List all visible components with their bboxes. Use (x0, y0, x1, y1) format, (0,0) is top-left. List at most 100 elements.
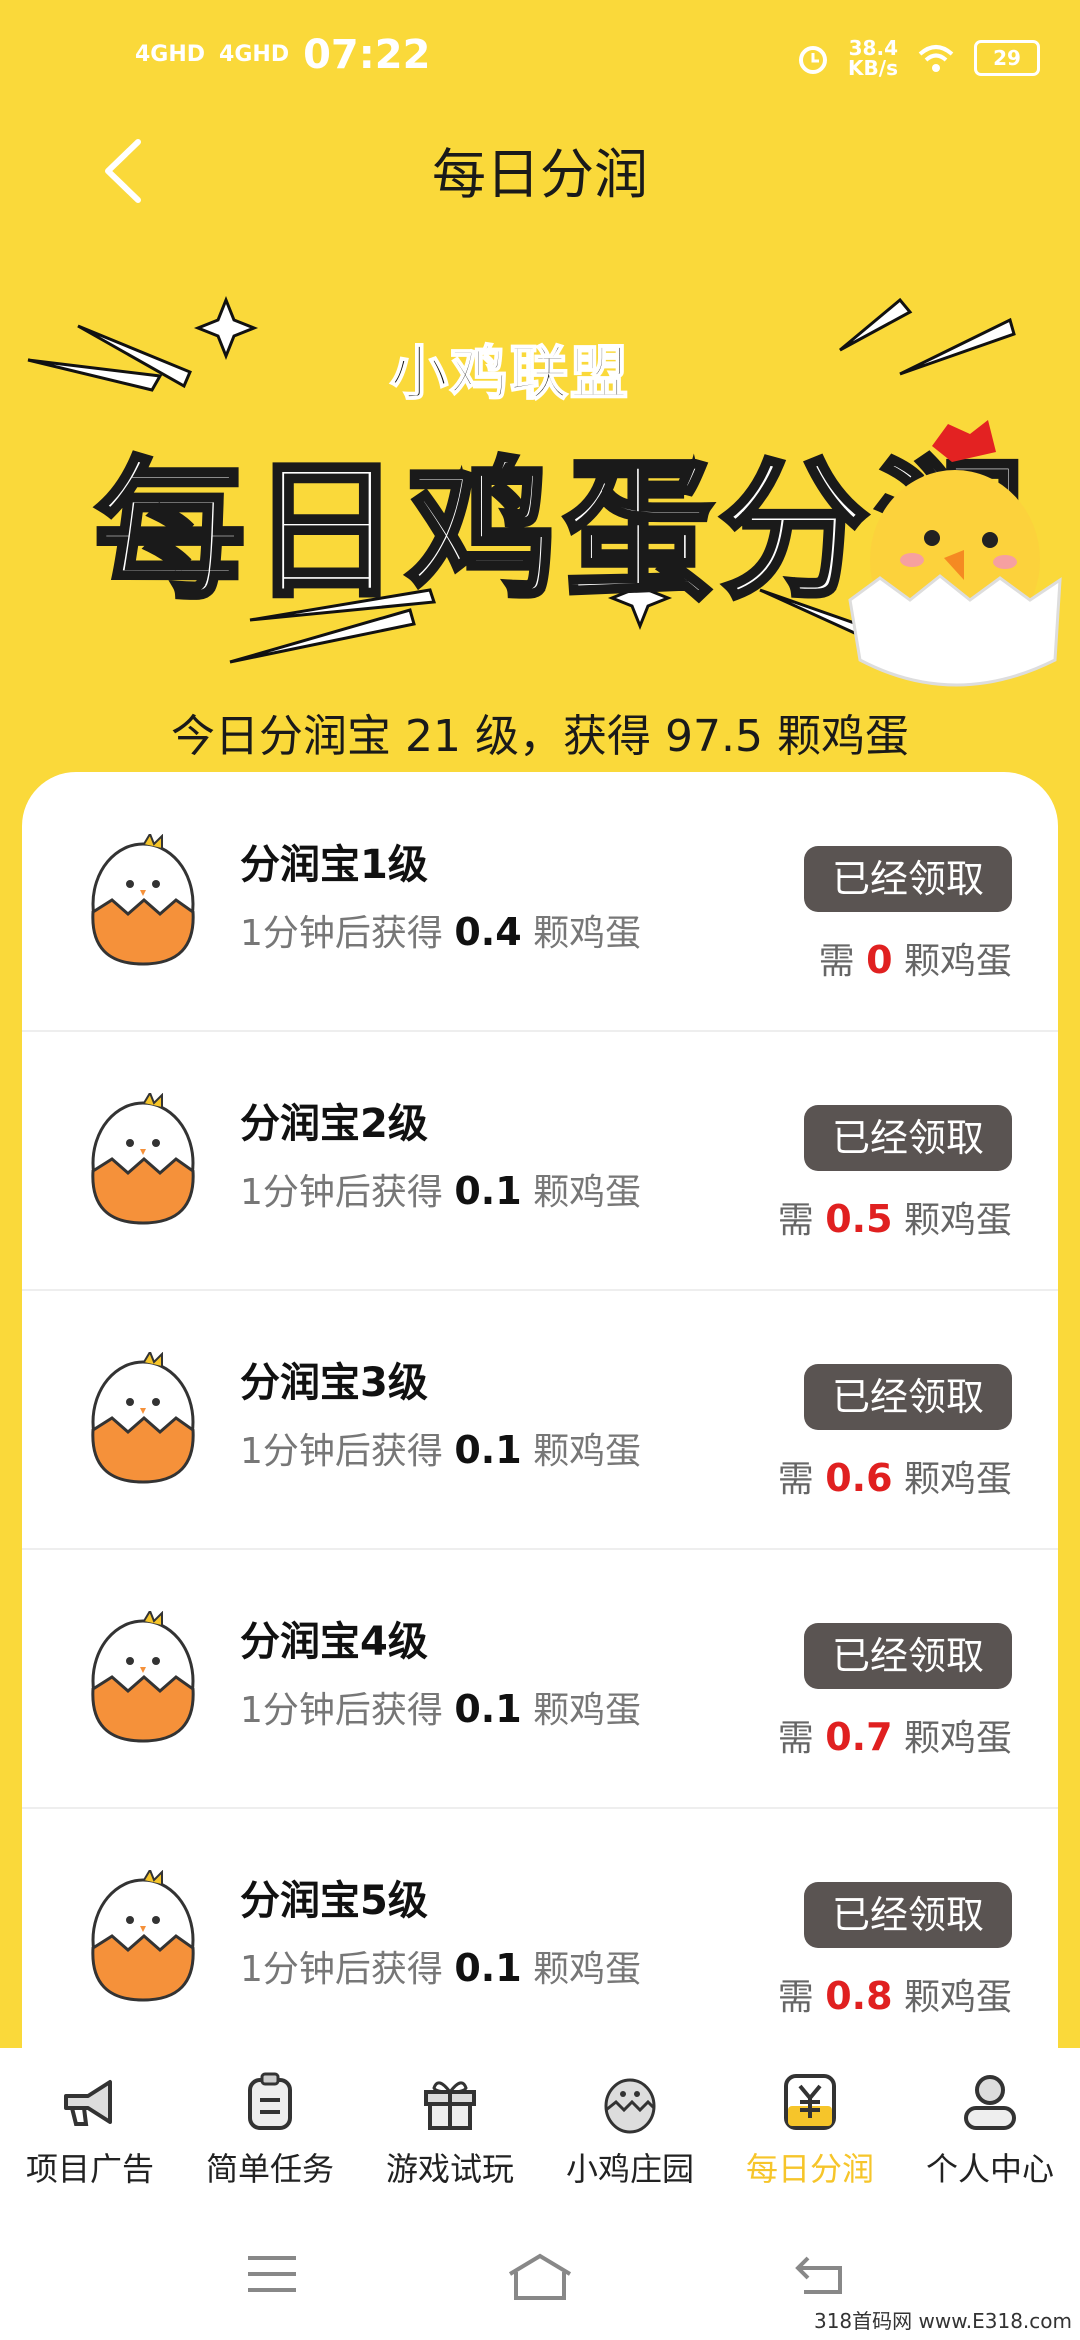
battery-indicator: 29 (974, 40, 1040, 76)
header: 每日分润 (0, 120, 1080, 210)
level-reward: 1分钟后获得 0.1 颗鸡蛋 (240, 1681, 641, 1733)
tab-ads[interactable]: 项目广告 (0, 2048, 180, 2212)
level-name: 分润宝2级 (240, 1101, 428, 1147)
list-item: 分润宝2级 1分钟后获得 0.1 颗鸡蛋 已经领取 需 0.5 颗鸡蛋 (22, 1031, 1058, 1291)
reward-prefix: 1分钟后获得 (240, 1949, 443, 1990)
need-suffix: 颗鸡蛋 (903, 1459, 1012, 1500)
requirement: 需 0.5 颗鸡蛋 (778, 1191, 1012, 1243)
claimed-button[interactable]: 已经领取 (804, 1105, 1012, 1171)
need-value: 0 (866, 938, 893, 982)
level-name: 分润宝1级 (240, 842, 428, 888)
need-value: 0.7 (825, 1715, 893, 1759)
network-speed: 38.4 KB/s (848, 38, 898, 78)
reward-suffix: 颗鸡蛋 (533, 913, 642, 954)
need-suffix: 颗鸡蛋 (903, 1977, 1012, 2018)
summary-text: 今日分润宝 21 级，获得 97.5 颗鸡蛋 (171, 711, 909, 762)
clipboard-icon (248, 2072, 292, 2130)
claimed-button[interactable]: 已经领取 (804, 846, 1012, 912)
tab-label: 游戏试玩 (385, 2150, 514, 2188)
watermark: 318首码网 www.E318.com (813, 2309, 1072, 2333)
level-list: 分润宝1级 1分钟后获得 0.4 颗鸡蛋 已经领取 需 0 颗鸡蛋 分润宝2级 … (22, 772, 1058, 2072)
yuan-icon (784, 2074, 836, 2130)
level-reward: 1分钟后获得 0.4 颗鸡蛋 (240, 904, 641, 956)
need-suffix: 颗鸡蛋 (903, 1718, 1012, 1759)
reward-amount: 0.1 (454, 1169, 522, 1213)
reward-amount: 0.1 (454, 1687, 522, 1731)
need-suffix: 颗鸡蛋 (903, 1200, 1012, 1241)
level-name: 分润宝5级 (240, 1878, 428, 1924)
claimed-button[interactable]: 已经领取 (804, 1364, 1012, 1430)
banner: 小鸡联盟 每日鸡蛋分润 (0, 290, 1080, 690)
wifi-icon (918, 45, 954, 72)
chick-egg-icon (91, 1611, 195, 1743)
status-left: 4GHD 4GHD 07:22 (135, 32, 430, 78)
signal-2: 4GHD (219, 42, 290, 67)
need-prefix: 需 (777, 1977, 814, 2018)
bottom-tab-bar: 项目广告 简单任务 游戏试玩 小鸡庄园 每日分润 个人中心 (0, 2048, 1080, 2212)
reward-prefix: 1分钟后获得 (240, 1172, 443, 1213)
reward-suffix: 颗鸡蛋 (533, 1431, 642, 1472)
status-bar: 4GHD 4GHD 07:22 38.4 KB/s 29 (0, 0, 1080, 120)
reward-prefix: 1分钟后获得 (240, 1690, 443, 1731)
status-right: 38.4 KB/s 29 (796, 38, 1040, 78)
reward-amount: 0.1 (454, 1428, 522, 1472)
need-prefix: 需 (777, 1200, 814, 1241)
requirement: 需 0.6 颗鸡蛋 (778, 1450, 1012, 1502)
status-time: 07:22 (303, 32, 431, 78)
chick-egg-icon (91, 1093, 195, 1225)
reward-amount: 0.1 (454, 1946, 522, 1990)
back-icon[interactable] (794, 2252, 850, 2296)
menu-icon[interactable] (244, 2252, 300, 2296)
level-name: 分润宝4级 (240, 1619, 428, 1665)
tab-label: 小鸡庄园 (565, 2150, 694, 2188)
chick-egg-icon (604, 2078, 656, 2134)
chick-in-egg-icon (848, 420, 1062, 687)
list-item: 分润宝4级 1分钟后获得 0.1 颗鸡蛋 已经领取 需 0.7 颗鸡蛋 (22, 1549, 1058, 1809)
speed-value: 38.4 (848, 36, 898, 60)
tab-label: 简单任务 (205, 2150, 334, 2188)
need-prefix: 需 (818, 941, 855, 982)
signal-1: 4GHD (135, 42, 206, 67)
requirement: 需 0.8 颗鸡蛋 (778, 1968, 1012, 2020)
chick-egg-icon (91, 834, 195, 966)
home-icon[interactable] (504, 2252, 576, 2302)
need-value: 0.5 (825, 1197, 893, 1241)
reward-prefix: 1分钟后获得 (240, 1431, 443, 1472)
list-item: 分润宝3级 1分钟后获得 0.1 颗鸡蛋 已经领取 需 0.6 颗鸡蛋 (22, 1290, 1058, 1550)
list-item: 分润宝5级 1分钟后获得 0.1 颗鸡蛋 已经领取 需 0.8 颗鸡蛋 (22, 1808, 1058, 2068)
reward-amount: 0.4 (454, 910, 522, 954)
reward-prefix: 1分钟后获得 (240, 913, 443, 954)
speed-unit: KB/s (848, 56, 898, 80)
need-prefix: 需 (777, 1459, 814, 1500)
banner-subtitle: 小鸡联盟 (389, 338, 631, 408)
level-reward: 1分钟后获得 0.1 颗鸡蛋 (240, 1940, 641, 1992)
tab-label: 个人中心 (925, 2150, 1054, 2188)
alarm-icon (799, 46, 828, 74)
level-name: 分润宝3级 (240, 1360, 428, 1406)
need-prefix: 需 (777, 1718, 814, 1759)
user-icon (964, 2075, 1016, 2130)
list-item: 分润宝1级 1分钟后获得 0.4 颗鸡蛋 已经领取 需 0 颗鸡蛋 (22, 772, 1058, 1032)
claimed-button[interactable]: 已经领取 (804, 1623, 1012, 1689)
system-nav-bar: 318首码网 www.E318.com (0, 2212, 1080, 2340)
megaphone-icon (64, 2080, 112, 2126)
tab-farm[interactable]: 小鸡庄园 (540, 2048, 720, 2212)
tab-daily-share[interactable]: 每日分润 (720, 2048, 900, 2212)
reward-suffix: 颗鸡蛋 (533, 1172, 642, 1213)
need-value: 0.6 (825, 1456, 893, 1500)
requirement: 需 0 颗鸡蛋 (819, 932, 1012, 984)
need-suffix: 颗鸡蛋 (903, 941, 1012, 982)
requirement: 需 0.7 颗鸡蛋 (778, 1709, 1012, 1761)
tab-tasks[interactable]: 简单任务 (180, 2048, 360, 2212)
tab-games[interactable]: 游戏试玩 (360, 2048, 540, 2212)
tab-profile[interactable]: 个人中心 (900, 2048, 1080, 2212)
chick-egg-icon (91, 1870, 195, 2002)
chick-egg-icon (91, 1352, 195, 1484)
tab-label: 项目广告 (25, 2150, 154, 2188)
need-value: 0.8 (825, 1974, 893, 2018)
reward-suffix: 颗鸡蛋 (533, 1949, 642, 1990)
level-reward: 1分钟后获得 0.1 颗鸡蛋 (240, 1163, 641, 1215)
reward-suffix: 颗鸡蛋 (533, 1690, 642, 1731)
page-title: 每日分润 (432, 143, 648, 206)
claimed-button[interactable]: 已经领取 (804, 1882, 1012, 1948)
